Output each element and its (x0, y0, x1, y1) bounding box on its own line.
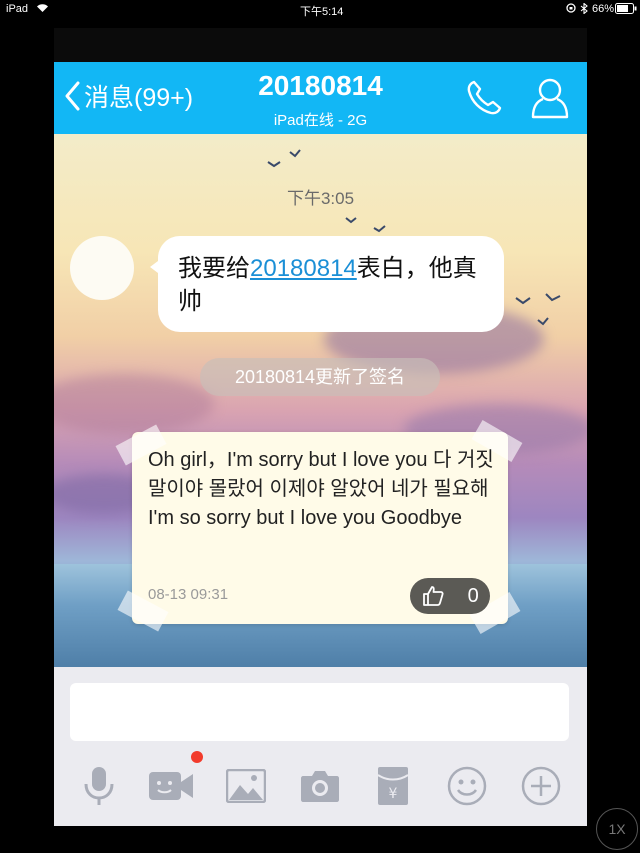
online-status: iPad在线 - 2G (273, 112, 368, 129)
video-call-button[interactable] (148, 763, 194, 809)
sender-avatar[interactable] (70, 236, 134, 300)
message-bubble[interactable]: 我要给20180814表白，他真帅 (158, 236, 504, 332)
notification-dot (191, 751, 203, 763)
message-timestamp: 下午3:05 (286, 189, 355, 208)
app-screen: 消息(99+) 20180814 iPad在线 - 2G 下午3:05 我要给2… (54, 28, 587, 826)
like-count: 0 (467, 584, 479, 607)
red-packet-button[interactable]: ¥ (370, 763, 416, 809)
plus-icon (521, 766, 561, 806)
input-panel: ¥ (54, 667, 587, 826)
device-label: iPad (6, 3, 29, 15)
profile-button[interactable] (530, 76, 570, 125)
background-cloud (54, 374, 214, 434)
red-packet-icon: ¥ (377, 767, 409, 805)
svg-text:¥: ¥ (389, 786, 398, 802)
top-dark-bar (54, 28, 587, 62)
wifi-icon (36, 3, 49, 16)
contact-link[interactable]: 20180814 (250, 255, 357, 282)
signature-date: 08-13 09:31 (148, 586, 229, 603)
signature-card[interactable]: Oh girl，I'm sorry but I love you 다 거짓말이야… (115, 419, 523, 635)
image-icon (226, 769, 266, 803)
camera-icon (301, 771, 339, 802)
zoom-toggle-button[interactable]: 1X (596, 808, 638, 850)
status-bar: iPad 下午5:14 66% (0, 0, 640, 18)
rotation-lock-icon (566, 3, 576, 16)
voice-button[interactable] (76, 763, 122, 809)
emoji-button[interactable] (444, 763, 490, 809)
video-icon (149, 772, 193, 800)
signature-text: Oh girl，I'm sorry but I love you 다 거짓말이야… (148, 449, 494, 529)
thumbs-up-icon (423, 586, 444, 606)
emoji-icon (447, 766, 487, 806)
bluetooth-icon (580, 2, 588, 17)
like-button[interactable]: 0 (410, 578, 490, 614)
phone-icon (467, 80, 502, 115)
input-toolbar: ¥ (54, 751, 587, 811)
camera-button[interactable] (297, 763, 343, 809)
chat-area[interactable]: 下午3:05 我要给20180814表白，他真帅 20180814更新了签名 O… (54, 134, 587, 667)
photo-button[interactable] (223, 763, 269, 809)
call-button[interactable] (464, 78, 504, 123)
person-icon (531, 78, 569, 119)
microphone-icon (84, 767, 114, 805)
more-button[interactable] (518, 763, 564, 809)
system-notice: 20180814更新了签名 (200, 358, 440, 396)
message-text-prefix: 我要给 (178, 255, 250, 282)
status-time: 下午5:14 (300, 6, 344, 18)
contact-name: 20180814 (258, 70, 383, 101)
message-input[interactable] (70, 683, 569, 741)
chat-header: 消息(99+) 20180814 iPad在线 - 2G (54, 62, 587, 134)
battery-percent: 66% (592, 3, 615, 15)
battery-icon (615, 3, 637, 17)
